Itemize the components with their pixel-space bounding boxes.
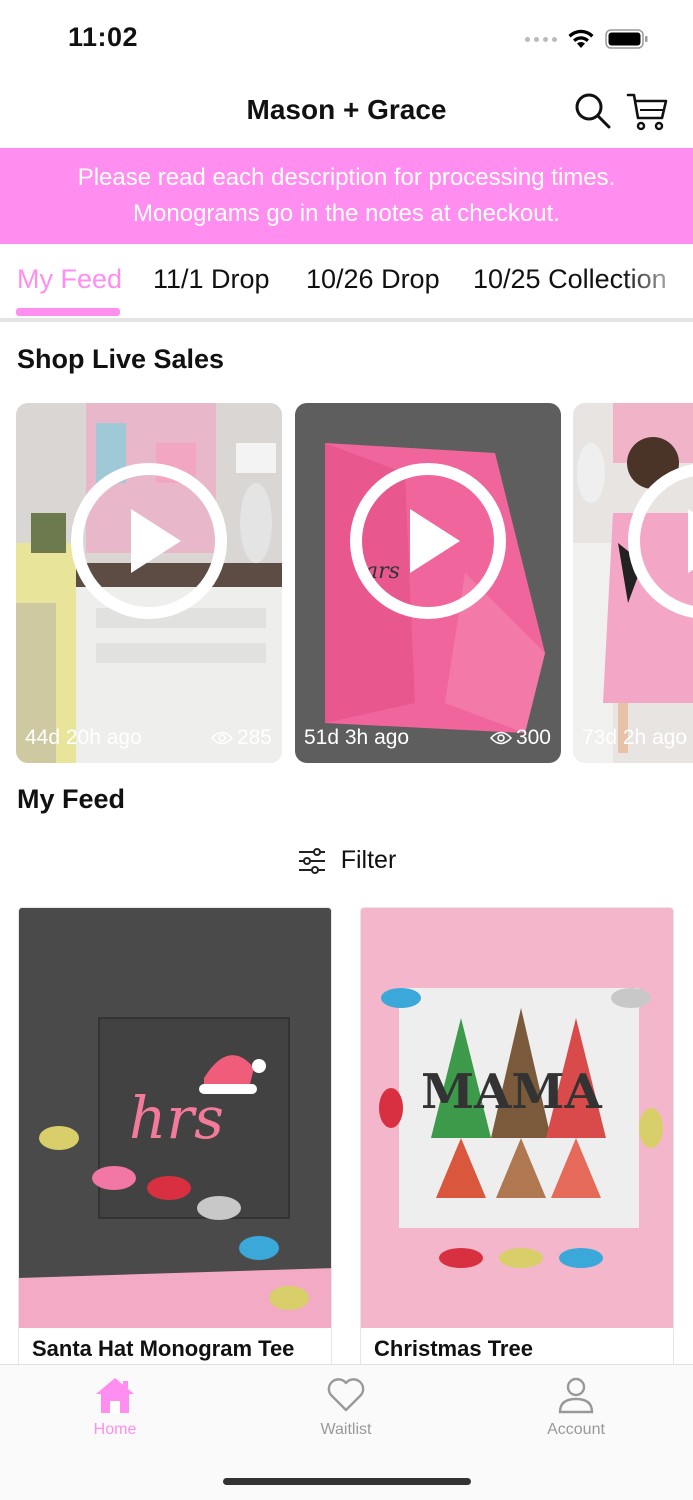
view-count: 285 bbox=[210, 726, 272, 750]
tab-home-label: Home bbox=[93, 1421, 137, 1438]
tabs-divider bbox=[0, 318, 693, 322]
cart-button[interactable] bbox=[626, 90, 668, 132]
product-name: Christmas Tree bbox=[374, 1336, 533, 1361]
tab-account-label: Account bbox=[547, 1421, 605, 1438]
play-icon bbox=[350, 463, 506, 619]
app-header: Mason + Grace bbox=[0, 80, 693, 146]
tabs-fade bbox=[623, 244, 693, 316]
active-tab-indicator bbox=[16, 308, 120, 316]
battery-icon bbox=[605, 29, 648, 49]
live-sale-meta: 73d 2h ago bbox=[573, 715, 693, 763]
live-sale-time: 51d 3h ago bbox=[304, 726, 410, 749]
person-icon bbox=[558, 1377, 594, 1414]
tab-waitlist-label: Waitlist bbox=[320, 1421, 372, 1438]
search-icon bbox=[575, 93, 611, 129]
eye-icon bbox=[489, 731, 512, 745]
live-sales-title: Shop Live Sales bbox=[17, 344, 225, 374]
status-icons bbox=[525, 28, 649, 50]
live-sale-card[interactable]: 73d 2h ago bbox=[573, 403, 693, 763]
tab-11-1-drop[interactable]: 11/1 Drop bbox=[153, 264, 270, 295]
filter-sliders-icon bbox=[298, 847, 325, 874]
status-bar: 11:02 bbox=[0, 0, 693, 80]
product-card[interactable]: hrs Santa Hat Monogram Tee bbox=[18, 907, 332, 1367]
cart-icon bbox=[626, 93, 668, 131]
tab-home[interactable]: Home bbox=[55, 1375, 175, 1439]
feed-title: My Feed bbox=[17, 784, 126, 814]
tab-waitlist[interactable]: Waitlist bbox=[286, 1375, 406, 1439]
product-card[interactable]: MAMA Christmas Tree bbox=[360, 907, 674, 1367]
eye-icon bbox=[210, 731, 233, 745]
status-time: 11:02 bbox=[68, 22, 139, 52]
svg-text:MAMA: MAMA bbox=[421, 1064, 603, 1120]
filter-button[interactable]: Filter bbox=[297, 846, 397, 875]
search-button[interactable] bbox=[574, 92, 612, 130]
view-count-value: 285 bbox=[236, 726, 272, 749]
tab-10-26-drop[interactable]: 10/26 Drop bbox=[306, 264, 440, 295]
heart-icon bbox=[327, 1378, 365, 1412]
banner-line-2: Monograms go in the notes at checkout. bbox=[133, 200, 560, 227]
home-icon bbox=[96, 1378, 134, 1413]
play-icon bbox=[628, 464, 693, 618]
category-tabs: My Feed 11/1 Drop 10/26 Drop 10/25 Colle… bbox=[0, 244, 693, 322]
live-sale-time: 73d 2h ago bbox=[582, 726, 688, 749]
live-sale-card[interactable]: ars 51d 3h ago 300 bbox=[295, 403, 561, 763]
filter-row: Filter bbox=[0, 846, 693, 881]
svg-text:hrs: hrs bbox=[129, 1084, 224, 1152]
product-image: hrs bbox=[19, 908, 331, 1328]
view-count-value: 300 bbox=[515, 726, 551, 749]
home-indicator bbox=[223, 1478, 471, 1485]
live-sale-meta: 44d 20h ago 285 bbox=[16, 715, 282, 763]
tab-my-feed[interactable]: My Feed bbox=[17, 264, 122, 295]
announcement-banner: Please read each description for process… bbox=[0, 148, 693, 244]
view-count: 300 bbox=[489, 726, 551, 750]
product-name: Santa Hat Monogram Tee bbox=[32, 1336, 295, 1361]
live-sale-time: 44d 20h ago bbox=[25, 726, 142, 749]
filter-label: Filter bbox=[340, 846, 397, 874]
live-sale-meta: 51d 3h ago 300 bbox=[295, 715, 561, 763]
tab-account[interactable]: Account bbox=[516, 1375, 636, 1439]
live-sale-card[interactable]: 44d 20h ago 285 bbox=[16, 403, 282, 763]
banner-line-1: Please read each description for process… bbox=[77, 164, 616, 191]
play-icon bbox=[71, 463, 227, 619]
wifi-icon bbox=[568, 29, 594, 48]
signal-icon bbox=[525, 36, 557, 42]
product-image: MAMA bbox=[361, 908, 673, 1328]
